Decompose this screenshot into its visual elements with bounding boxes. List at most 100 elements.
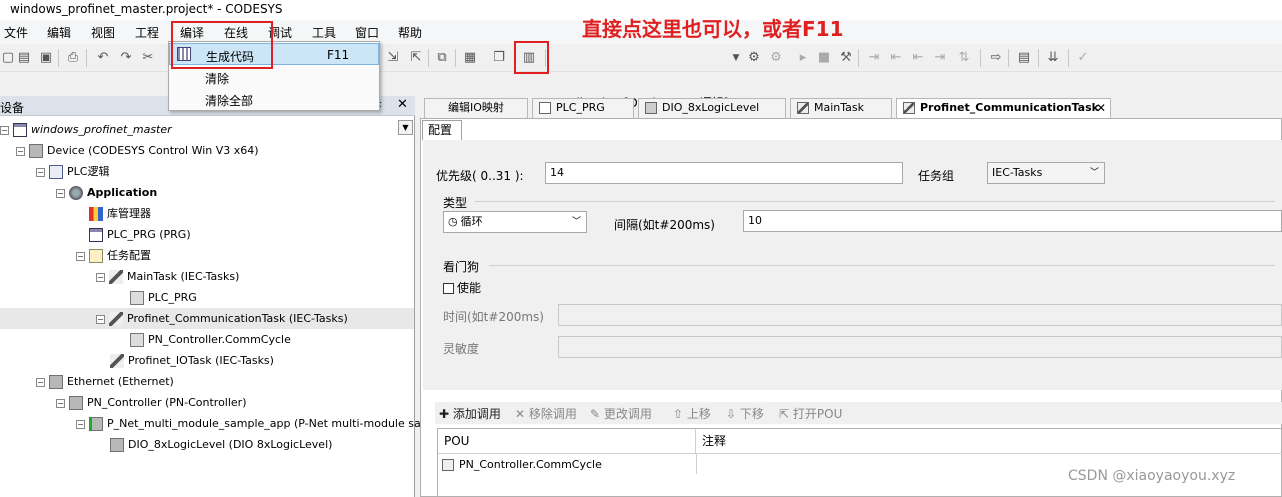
tab-dio-8x[interactable]: DIO_8xLogicLevel	[638, 98, 786, 118]
interval-label: 间隔(如t#200ms)	[614, 218, 715, 232]
plc-logic-icon	[49, 165, 63, 179]
collapse-icon[interactable]: −	[0, 125, 9, 135]
tab-profinet-comm-task[interactable]: Profinet_CommunicationTask ✕	[896, 98, 1111, 118]
tree-node-plc-logic[interactable]: − PLC逻辑	[36, 162, 109, 182]
tree-node-pn-commcycle[interactable]: PN_Controller.CommCycle	[130, 330, 291, 350]
toolbar-separator	[58, 49, 59, 67]
tree-node-project[interactable]: − windows_profinet_master	[0, 120, 415, 140]
menu-tools[interactable]: 工具	[312, 24, 336, 41]
breakpoint-icon[interactable]: ⇅	[956, 50, 972, 66]
add-call-button[interactable]: ✚ 添加调用	[439, 405, 501, 422]
collapse-icon[interactable]: −	[96, 272, 105, 282]
collapse-icon[interactable]: −	[96, 314, 105, 324]
tab-edit-io-mapping[interactable]: 编辑IO映射	[424, 98, 528, 118]
tree-node-pn-controller[interactable]: − PN_Controller (PN-Controller)	[56, 393, 247, 413]
tree-node-library-manager[interactable]: 库管理器	[89, 204, 151, 224]
new-icon[interactable]: ▢	[0, 50, 16, 66]
save-icon[interactable]: ▣	[38, 50, 54, 66]
sensitivity-input[interactable]	[558, 336, 1282, 358]
run-to-cursor-icon[interactable]: ⇥	[932, 50, 948, 66]
change-call-button[interactable]: ✎ 更改调用	[590, 405, 652, 422]
tree-node-profinet-io-task[interactable]: Profinet_IOTask (IEC-Tasks)	[110, 351, 274, 371]
priority-label: 优先级( 0..31 ):	[436, 169, 524, 183]
menu-window[interactable]: 窗口	[355, 24, 379, 41]
collapse-icon[interactable]: −	[76, 419, 85, 429]
tree-node-ethernet[interactable]: − Ethernet (Ethernet)	[36, 372, 174, 392]
tree-dropdown-button[interactable]: ▼	[398, 120, 413, 135]
chevron-down-icon[interactable]: ▼	[728, 50, 744, 66]
step-into-icon[interactable]: ⇤	[888, 50, 904, 66]
close-icon[interactable]: ✕	[1096, 99, 1106, 117]
reset-icon[interactable]: ⚒	[838, 50, 854, 66]
window-title: windows_profinet_master.project* - CODES…	[10, 2, 283, 16]
new-file-icon[interactable]: ❐	[491, 50, 507, 66]
column-header-pou[interactable]: POU	[438, 429, 696, 453]
copy-icon[interactable]: ⧉	[434, 50, 450, 66]
tab-configuration[interactable]: 配置	[422, 120, 462, 140]
tree-node-device[interactable]: − Device (CODESYS Control Win V3 x64)	[16, 141, 259, 161]
task-icon	[110, 354, 124, 368]
collapse-icon[interactable]: −	[76, 251, 85, 261]
move-up-button[interactable]: ⇧ 上移	[673, 405, 711, 422]
tree-node-maintask[interactable]: − MainTask (IEC-Tasks)	[96, 267, 239, 287]
run-icon[interactable]: ▸	[795, 50, 811, 66]
menu-edit[interactable]: 编辑	[47, 24, 71, 41]
tree-node-pnet-sample-app[interactable]: − P_Net_multi_module_sample_app (P-Net mu…	[76, 414, 465, 434]
open-folder-icon[interactable]: ▤	[16, 50, 32, 66]
write-values-icon[interactable]: ⇊	[1045, 50, 1061, 66]
watchdog-enable-checkbox[interactable]: 使能	[443, 279, 481, 296]
tree-node-dio-8x[interactable]: DIO_8xLogicLevel (DIO 8xLogicLevel)	[110, 435, 332, 455]
watchdog-group-line	[489, 265, 1275, 266]
open-pou-button[interactable]: ⇱ 打开POU	[779, 405, 842, 422]
collapse-icon[interactable]: −	[56, 398, 65, 408]
monitor-icon[interactable]: ▤	[1016, 50, 1032, 66]
tree-node-plc-prg[interactable]: PLC_PRG (PRG)	[89, 225, 191, 245]
collapse-icon[interactable]: −	[36, 377, 45, 387]
redo-icon[interactable]: ↷	[118, 50, 134, 66]
taskgroup-select[interactable]: IEC-Tasks ﹀	[987, 162, 1105, 184]
cut-icon[interactable]: ✂	[140, 50, 156, 66]
type-select[interactable]: ◷ 循环 ﹀	[443, 211, 587, 233]
remove-call-button[interactable]: ✕ 移除调用	[515, 405, 577, 422]
task-config-icon	[89, 249, 103, 263]
tab-plc-prg[interactable]: PLC_PRG	[532, 98, 634, 118]
task-configuration-form: 优先级( 0..31 ): 14 任务组 IEC-Tasks ﹀ 类型 ◷ 循环 ﹀ …	[423, 140, 1282, 390]
undo-icon[interactable]: ↶	[95, 50, 111, 66]
column-header-comment[interactable]: 注释	[696, 429, 1282, 453]
menu-item-clean[interactable]: 清除	[169, 66, 379, 88]
toolbar-icon[interactable]: ⇱	[408, 50, 424, 66]
tree-node-task-config[interactable]: − 任务配置	[76, 246, 151, 266]
menu-file[interactable]: 文件	[4, 24, 28, 41]
tab-maintask[interactable]: MainTask	[790, 98, 892, 118]
arrow-right-icon[interactable]: ⇨	[988, 50, 1004, 66]
menu-project[interactable]: 工程	[135, 24, 159, 41]
arrow-up-icon: ⇧	[673, 407, 684, 421]
close-icon[interactable]: ✕	[397, 97, 408, 112]
tree-node-profinet-comm-task[interactable]: − Profinet_CommunicationTask (IEC-Tasks)	[96, 309, 348, 329]
tree-node-application[interactable]: − Application	[56, 183, 157, 203]
task-icon	[797, 102, 809, 114]
collapse-icon[interactable]: −	[36, 167, 45, 177]
menu-item-clean-all[interactable]: 清除全部	[169, 88, 379, 110]
logout-icon[interactable]: ⚙	[768, 50, 784, 66]
column-divider	[696, 454, 697, 474]
login-icon[interactable]: ⚙	[746, 50, 762, 66]
step-over-icon[interactable]: ⇥	[866, 50, 882, 66]
collapse-icon[interactable]: −	[56, 188, 65, 198]
toolbar-icon[interactable]: ⇲	[385, 50, 401, 66]
step-out-icon[interactable]: ⇤	[910, 50, 926, 66]
print-icon[interactable]: ⎙	[65, 50, 81, 66]
watchdog-time-input[interactable]	[558, 304, 1282, 326]
table-row[interactable]: PN_Controller.CommCycle	[438, 455, 602, 475]
menu-help[interactable]: 帮助	[398, 24, 422, 41]
program-call-icon	[130, 333, 144, 347]
interval-input[interactable]: 10	[743, 210, 1282, 232]
menu-view[interactable]: 视图	[91, 24, 115, 41]
move-down-button[interactable]: ⇩ 下移	[726, 405, 764, 422]
stop-icon[interactable]: ■	[816, 50, 832, 66]
priority-input[interactable]: 14	[545, 162, 903, 184]
collapse-icon[interactable]: −	[16, 146, 25, 156]
tree-node-maintask-plc-prg[interactable]: PLC_PRG	[130, 288, 197, 308]
add-object-icon[interactable]: ▦	[462, 50, 478, 66]
check-icon[interactable]: ✓	[1075, 50, 1091, 66]
